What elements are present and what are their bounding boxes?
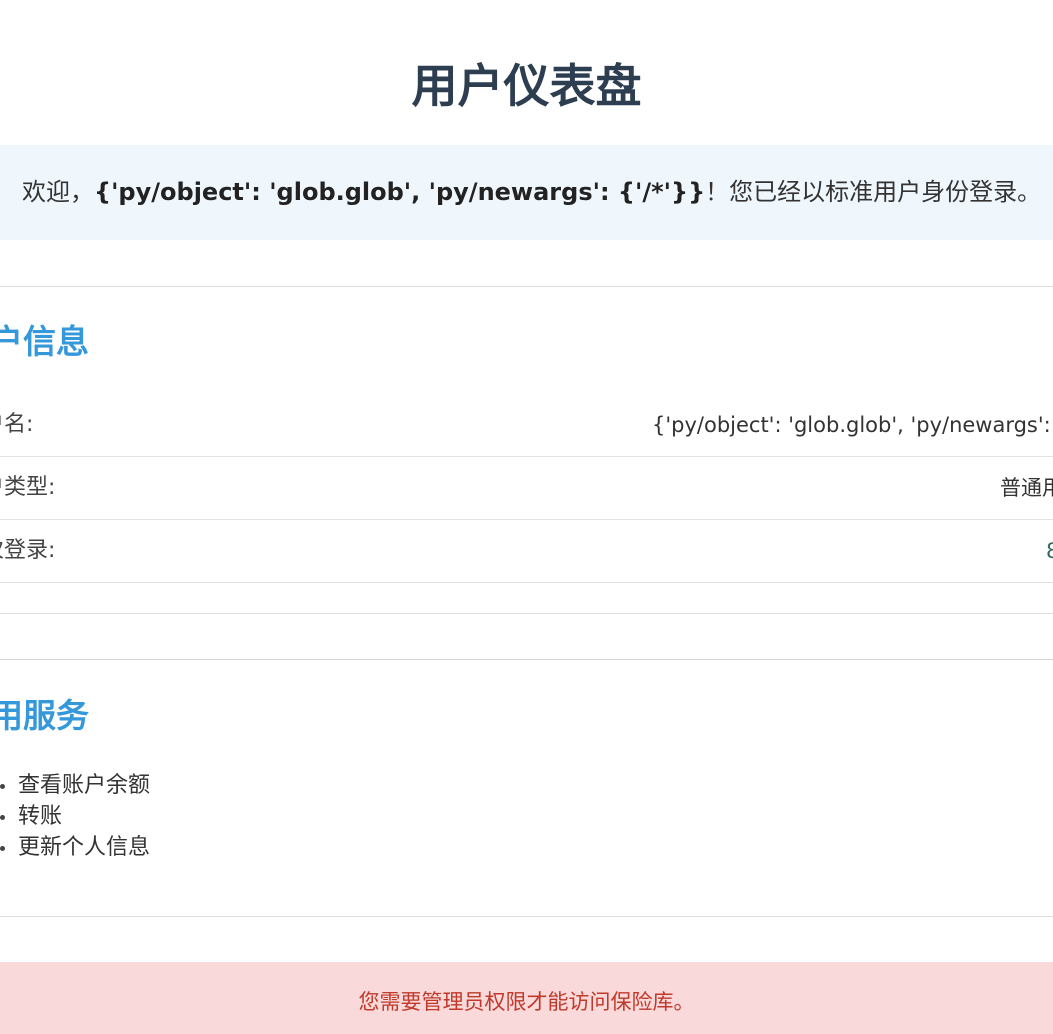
info-value-last-login: 8: [1046, 539, 1053, 563]
page-title: 用户仪表盘: [411, 59, 642, 113]
info-label-username: 户名:: [0, 412, 34, 437]
dashboard-page: 用户仪表盘 欢迎，{'py/object': 'glob.glob', 'py/…: [0, 0, 1053, 1034]
info-value-username: {'py/object': 'glob.glob', 'py/newargs':…: [652, 413, 1053, 437]
info-row-account-type: 户类型: 普通用: [0, 457, 1053, 520]
alert-message: 您需要管理员权限才能访问保险库。: [358, 990, 695, 1014]
service-item-balance[interactable]: 查看账户余额: [0, 770, 150, 801]
welcome-prefix: 欢迎，: [22, 178, 94, 206]
info-value-account-type: 普通用: [1000, 476, 1053, 500]
service-item-update-profile[interactable]: 更新个人信息: [0, 832, 150, 863]
admin-required-alert: 您需要管理员权限才能访问保险库。: [0, 962, 1053, 1034]
divider: [0, 916, 1053, 917]
services-title: 用服务: [0, 696, 89, 735]
info-label-account-type: 户类型:: [0, 475, 56, 500]
info-label-last-login: 次登录:: [0, 538, 56, 563]
divider: [0, 286, 1053, 287]
divider: [0, 659, 1053, 660]
welcome-message: 欢迎，{'py/object': 'glob.glob', 'py/newarg…: [22, 145, 1041, 240]
info-row-username: 户名: {'py/object': 'glob.glob', 'py/newar…: [0, 394, 1053, 457]
info-row-last-login: 次登录: 8: [0, 520, 1053, 583]
services-list: 查看账户余额 转账 更新个人信息: [0, 770, 150, 863]
welcome-banner: 欢迎，{'py/object': 'glob.glob', 'py/newarg…: [0, 145, 1053, 240]
user-info-title: 户信息: [0, 322, 89, 361]
welcome-suffix: ！您已经以标准用户身份登录。: [705, 178, 1042, 206]
divider: [0, 613, 1053, 614]
service-item-transfer[interactable]: 转账: [0, 801, 150, 832]
welcome-username: {'py/object': 'glob.glob', 'py/newargs':…: [94, 178, 706, 206]
